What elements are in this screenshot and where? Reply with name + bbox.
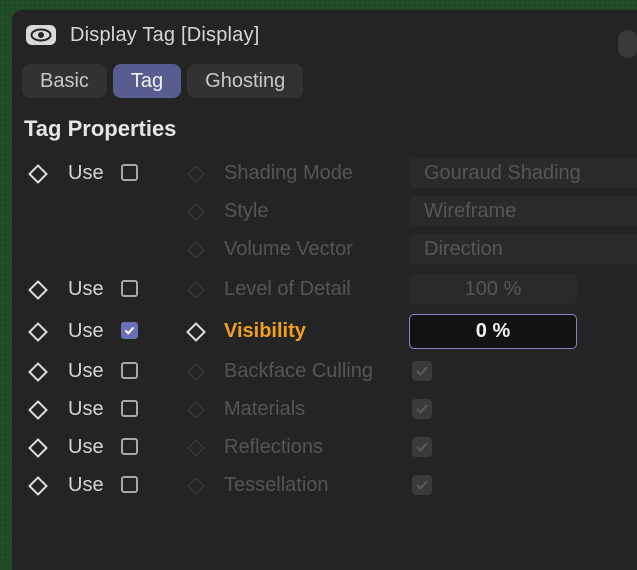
use-checkbox[interactable] xyxy=(121,476,138,493)
property-row-reflections: Use Reflections xyxy=(12,428,637,466)
keyframe-diamond-icon[interactable] xyxy=(186,322,206,342)
tab-bar: Basic Tag Ghosting xyxy=(22,64,304,98)
eye-icon xyxy=(26,25,56,45)
property-label: Materials xyxy=(224,398,306,420)
level-of-detail-field[interactable]: 100 % xyxy=(409,274,577,304)
use-checkbox[interactable] xyxy=(121,322,138,339)
panel-menu-button[interactable] xyxy=(618,30,637,58)
checkmark-icon xyxy=(416,366,428,376)
property-row-tessellation: Use Tessellation xyxy=(12,466,637,504)
property-label: Tessellation xyxy=(224,474,329,496)
style-dropdown[interactable]: Wireframe xyxy=(409,196,637,226)
keyframe-diamond-icon[interactable] xyxy=(28,438,48,458)
tab-tag[interactable]: Tag xyxy=(112,64,182,98)
property-row-backface-culling: Use Backface Culling xyxy=(12,352,637,390)
visibility-field[interactable]: 0 % xyxy=(409,314,577,349)
title-bar: Display Tag [Display] xyxy=(26,20,259,50)
property-label: Visibility xyxy=(224,320,306,342)
use-checkbox[interactable] xyxy=(121,164,138,181)
use-label: Use xyxy=(68,474,104,496)
property-label: Backface Culling xyxy=(224,360,373,382)
materials-checkbox[interactable] xyxy=(412,399,432,419)
reflections-checkbox[interactable] xyxy=(412,437,432,457)
attribute-panel: Display Tag [Display] Basic Tag Ghosting… xyxy=(12,10,637,570)
property-label: Style xyxy=(224,200,269,222)
property-row-style: Style Wireframe xyxy=(12,192,637,230)
keyframe-diamond-icon[interactable] xyxy=(28,400,48,420)
section-title: Tag Properties xyxy=(24,116,177,141)
use-label: Use xyxy=(68,360,104,382)
property-row-level-of-detail: Use Level of Detail 100 % xyxy=(12,270,637,308)
keyframe-diamond-icon[interactable] xyxy=(187,401,205,419)
shading-mode-dropdown[interactable]: Gouraud Shading xyxy=(409,158,637,188)
panel-title: Display Tag [Display] xyxy=(70,23,260,46)
use-checkbox[interactable] xyxy=(121,280,138,297)
property-row-shading-mode: Use Shading Mode Gouraud Shading xyxy=(12,154,637,192)
property-label: Reflections xyxy=(224,436,323,458)
property-label: Shading Mode xyxy=(224,162,353,184)
checkmark-icon xyxy=(416,480,428,490)
property-row-volume-vector: Volume Vector Direction xyxy=(12,230,637,268)
keyframe-diamond-icon[interactable] xyxy=(28,476,48,496)
backface-culling-checkbox[interactable] xyxy=(412,361,432,381)
checkmark-icon xyxy=(124,326,135,335)
keyframe-diamond-icon[interactable] xyxy=(28,322,48,342)
tab-ghosting[interactable]: Ghosting xyxy=(187,64,304,98)
use-checkbox[interactable] xyxy=(121,438,138,455)
keyframe-diamond-icon[interactable] xyxy=(187,363,205,381)
property-row-materials: Use Materials xyxy=(12,390,637,428)
use-label: Use xyxy=(68,162,104,184)
tab-basic[interactable]: Basic xyxy=(22,64,107,98)
keyframe-diamond-icon[interactable] xyxy=(187,281,205,299)
use-label: Use xyxy=(68,320,104,342)
keyframe-diamond-icon[interactable] xyxy=(187,203,205,221)
keyframe-diamond-icon[interactable] xyxy=(28,362,48,382)
keyframe-diamond-icon[interactable] xyxy=(28,164,48,184)
use-label: Use xyxy=(68,436,104,458)
property-label: Level of Detail xyxy=(224,278,351,300)
volume-vector-dropdown[interactable]: Direction xyxy=(409,234,637,264)
keyframe-diamond-icon[interactable] xyxy=(28,280,48,300)
use-label: Use xyxy=(68,278,104,300)
use-checkbox[interactable] xyxy=(121,362,138,379)
use-label: Use xyxy=(68,398,104,420)
tessellation-checkbox[interactable] xyxy=(412,475,432,495)
keyframe-diamond-icon[interactable] xyxy=(187,477,205,495)
keyframe-diamond-icon[interactable] xyxy=(187,165,205,183)
keyframe-diamond-icon[interactable] xyxy=(187,241,205,259)
checkmark-icon xyxy=(416,442,428,452)
checkmark-icon xyxy=(416,404,428,414)
keyframe-diamond-icon[interactable] xyxy=(187,439,205,457)
use-checkbox[interactable] xyxy=(121,400,138,417)
property-label: Volume Vector xyxy=(224,238,353,260)
property-row-visibility: Use Visibility 0 % xyxy=(12,312,637,350)
